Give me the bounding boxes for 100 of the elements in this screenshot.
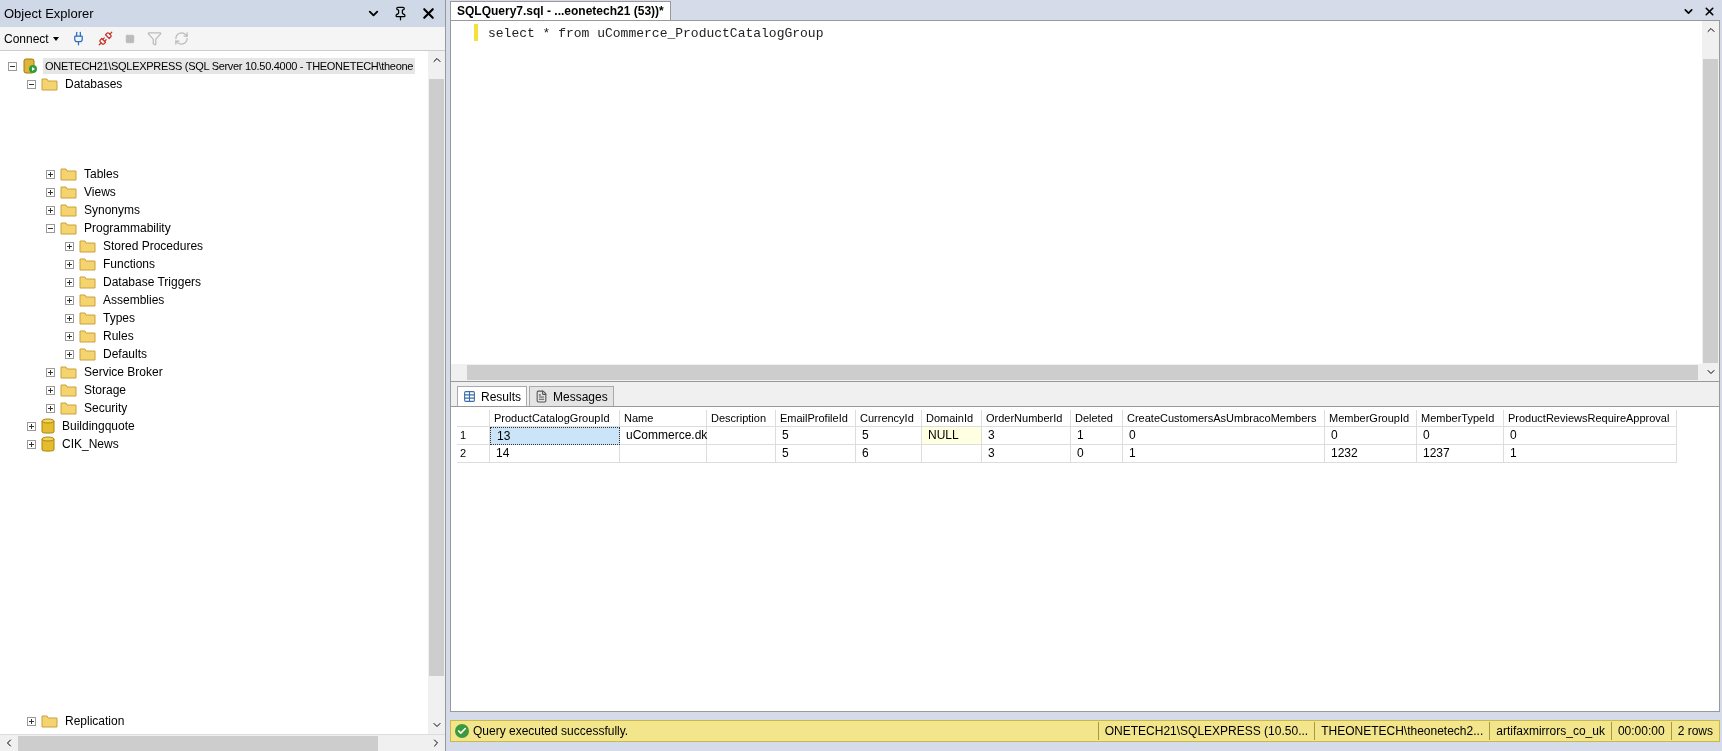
tree-item[interactable]: Types — [101, 309, 137, 327]
folder-icon — [60, 401, 77, 415]
folder-icon — [60, 185, 77, 199]
table-cell: 1 — [1123, 445, 1325, 463]
tree-item[interactable]: Databases — [63, 75, 125, 93]
database-icon — [41, 417, 55, 435]
server-icon — [22, 58, 38, 74]
vertical-scrollbar[interactable] — [428, 51, 445, 734]
table-cell: 0 — [1123, 427, 1325, 445]
horizontal-scrollbar[interactable] — [0, 734, 445, 751]
close-icon[interactable] — [1703, 5, 1716, 18]
horizontal-scrollbar[interactable] — [451, 364, 1702, 381]
column-header[interactable]: ProductReviewsRequireApproval — [1504, 410, 1677, 427]
query-tab[interactable]: SQLQuery7.sql - ...eonetech21 (53))* — [450, 1, 671, 20]
column-header[interactable]: MemberTypeId — [1417, 410, 1504, 427]
expand-toggle[interactable] — [65, 277, 74, 287]
table-cell: 5 — [776, 445, 856, 463]
column-header[interactable]: Name — [620, 410, 707, 427]
column-header[interactable]: MemberGroupId — [1325, 410, 1417, 427]
tree-item[interactable]: Storage — [82, 381, 129, 399]
status-message: Query executed successfully. — [473, 723, 630, 740]
expand-toggle[interactable] — [27, 421, 36, 431]
disconnect-icon[interactable] — [97, 31, 113, 46]
table-cell: 3 — [982, 445, 1071, 463]
document-icon — [535, 390, 548, 403]
expand-toggle[interactable] — [46, 367, 55, 377]
expand-toggle[interactable] — [65, 295, 74, 305]
folder-icon — [60, 221, 77, 235]
tree-item[interactable]: Stored Procedures — [101, 237, 206, 255]
folder-icon — [41, 77, 58, 91]
expand-toggle[interactable] — [65, 313, 74, 323]
tree-item[interactable]: Replication — [63, 712, 127, 730]
tree-item[interactable]: Security — [82, 399, 130, 417]
folder-icon — [41, 714, 58, 728]
expand-toggle[interactable] — [65, 241, 74, 251]
column-header[interactable]: OrderNumberId — [982, 410, 1071, 427]
folder-icon — [60, 365, 77, 379]
tree-item[interactable]: Programmability — [82, 219, 173, 237]
expand-toggle[interactable] — [46, 385, 55, 395]
tree-item[interactable]: Rules — [101, 327, 136, 345]
expand-toggle[interactable] — [65, 349, 74, 359]
folder-icon — [79, 329, 96, 343]
folder-icon — [79, 257, 96, 271]
expand-toggle[interactable] — [65, 331, 74, 341]
tree-item[interactable]: Service Broker — [82, 363, 165, 381]
folder-icon — [79, 293, 96, 307]
table-cell: 1232 — [1325, 445, 1417, 463]
status-segment: artifaxmirrors_co_uk — [1489, 722, 1611, 740]
close-icon[interactable] — [420, 5, 437, 22]
grid-icon — [463, 390, 476, 403]
status-segment: 00:00:00 — [1610, 722, 1671, 740]
expand-toggle[interactable] — [46, 187, 55, 197]
collapse-toggle[interactable] — [27, 79, 36, 89]
expand-toggle[interactable] — [27, 439, 36, 449]
caret-icon — [52, 36, 59, 41]
table-cell: 3 — [982, 427, 1071, 445]
tree-item[interactable]: ONETECH21\SQLEXPRESS (SQL Server 10.50.4000 - THEONETECH\theone — [43, 57, 416, 75]
collapse-toggle[interactable] — [8, 61, 17, 71]
table-cell: 6 — [856, 445, 922, 463]
result-tab[interactable]: Messages — [529, 386, 614, 406]
folder-icon — [60, 383, 77, 397]
connect-button[interactable]: Connect — [4, 29, 59, 48]
tree-item[interactable]: Views — [82, 183, 118, 201]
status-segment: 2 rows — [1670, 722, 1719, 740]
table-cell: NULL — [922, 427, 982, 445]
folder-icon — [79, 239, 96, 253]
vertical-scrollbar[interactable] — [1702, 21, 1719, 381]
result-tab[interactable]: Results — [457, 386, 527, 406]
expand-toggle[interactable] — [46, 205, 55, 215]
tree-item[interactable]: Functions — [101, 255, 158, 273]
expand-toggle[interactable] — [46, 169, 55, 179]
pin-icon[interactable] — [393, 6, 408, 21]
column-header[interactable]: Description — [707, 410, 776, 427]
column-header[interactable]: CreateCustomersAsUmbracoMembers — [1123, 410, 1325, 427]
column-header[interactable]: Deleted — [1071, 410, 1123, 427]
tree-item[interactable]: Assemblies — [101, 291, 167, 309]
tree-item[interactable]: Buildingquote — [60, 417, 137, 435]
tree-item[interactable]: Tables — [82, 165, 121, 183]
column-header[interactable]: EmailProfileId — [776, 410, 856, 427]
table-cell: 0 — [1325, 427, 1417, 445]
tree-item[interactable]: Synonyms — [82, 201, 143, 219]
tree-item[interactable]: Database Triggers — [101, 273, 204, 291]
success-icon — [455, 724, 469, 738]
tree-item[interactable]: Defaults — [101, 345, 150, 363]
expand-toggle[interactable] — [46, 403, 55, 413]
tree-item[interactable]: CIK_News — [60, 435, 121, 453]
folder-icon — [79, 275, 96, 289]
expand-toggle[interactable] — [27, 716, 36, 726]
table-cell: 13 — [490, 427, 620, 445]
status-segment: ONETECH21\SQLEXPRESS (10.50... — [1097, 722, 1315, 740]
expand-toggle[interactable] — [65, 259, 74, 269]
folder-icon — [79, 311, 96, 325]
query-editor[interactable]: select * from uCommerce_ProductCatalogGroup — [450, 20, 1720, 382]
table-cell: 0 — [1071, 445, 1123, 463]
table-cell: 1237 — [1417, 445, 1504, 463]
table-cell: 0 — [1504, 427, 1677, 445]
column-header[interactable]: CurrencyId — [856, 410, 922, 427]
folder-icon — [60, 203, 77, 217]
collapse-toggle[interactable] — [46, 223, 55, 233]
table-cell: uCommerce.dk — [620, 427, 707, 445]
